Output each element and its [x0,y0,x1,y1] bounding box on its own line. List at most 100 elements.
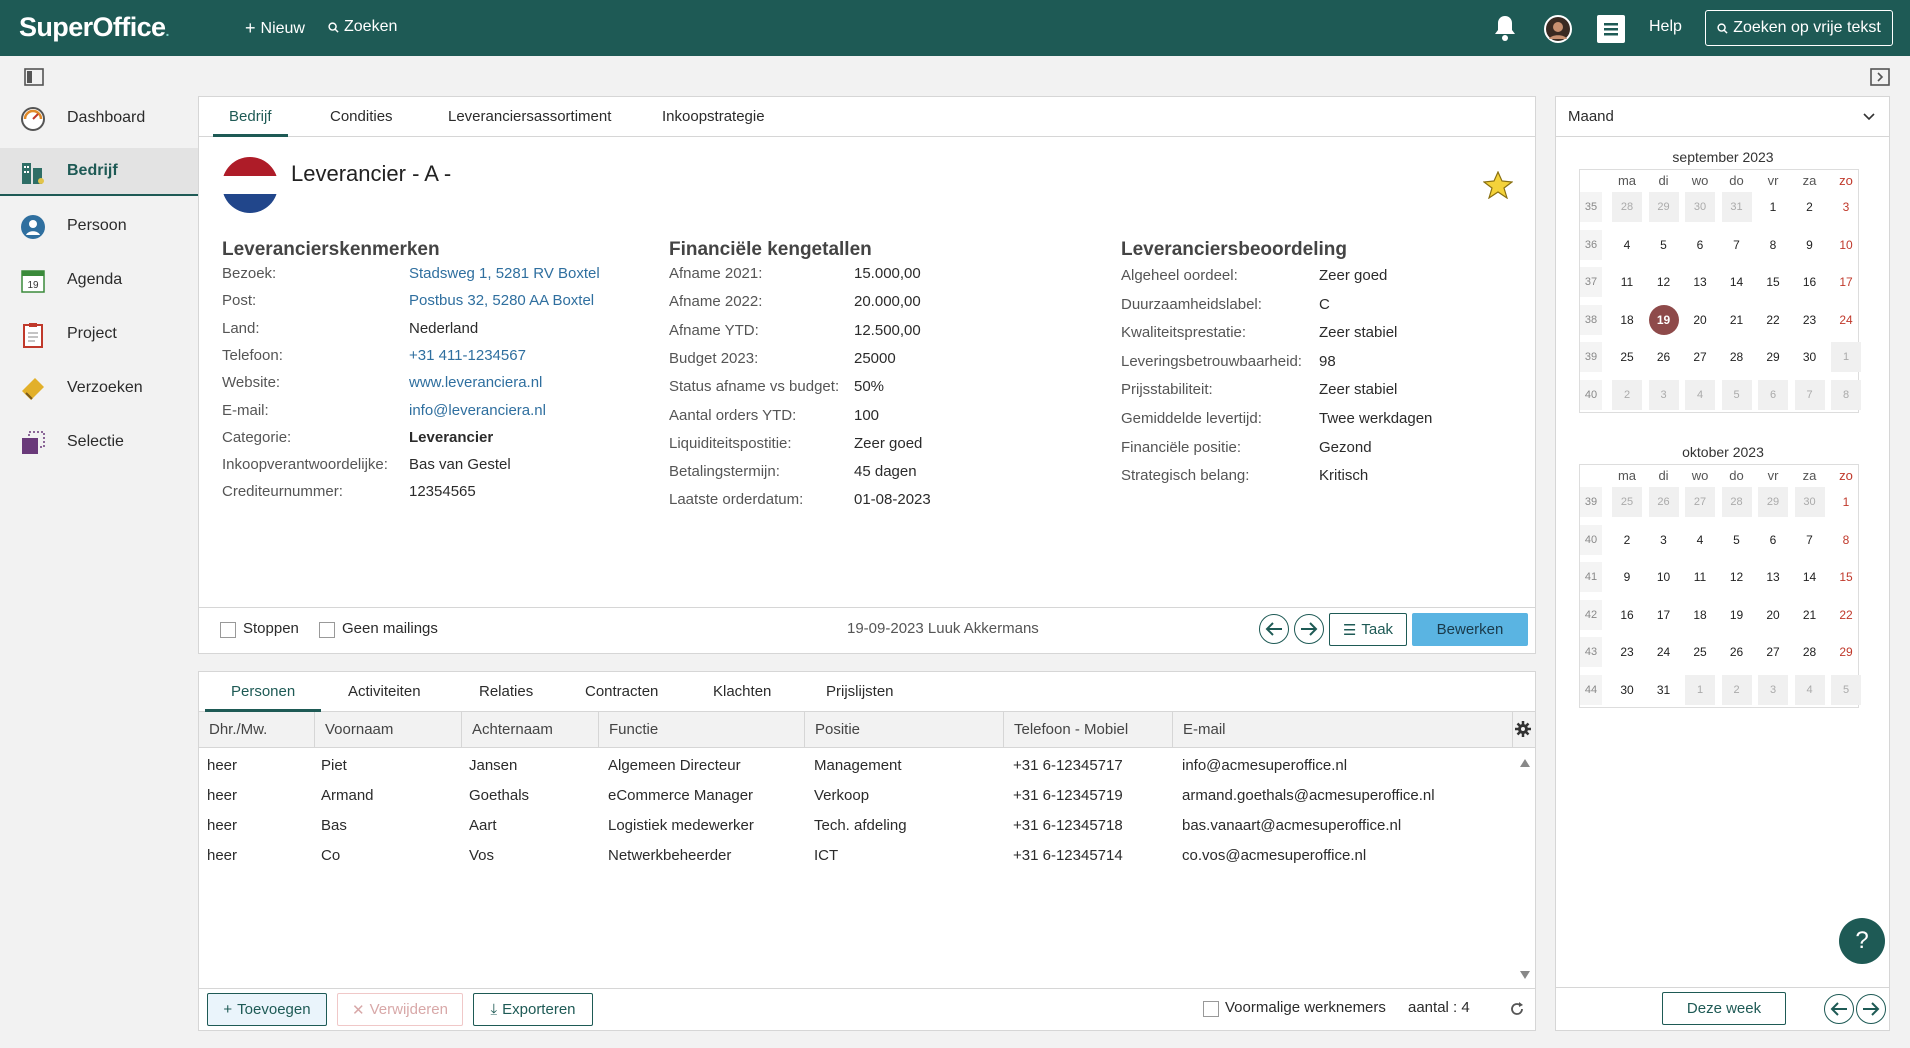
favorite-star-icon[interactable] [1483,171,1513,199]
week-number[interactable]: 39 [1580,342,1602,372]
calendar-day[interactable]: 26 [1722,637,1752,667]
calendar-day[interactable]: 24 [1831,305,1861,335]
export-button[interactable]: ⤓ Exporteren [473,993,593,1026]
week-number[interactable]: 40 [1580,379,1602,410]
calendar-day-today[interactable]: 19 [1648,304,1679,335]
calendar-day[interactable]: 23 [1612,637,1642,667]
calendar-day[interactable]: 21 [1722,305,1752,335]
calendar-day[interactable]: 28 [1722,342,1752,372]
calendar-day[interactable]: 22 [1758,305,1788,335]
tab-inkoopstrategie[interactable]: Inkoopstrategie [662,97,765,137]
table-row[interactable]: heer Armand Goethals eCommerce Manager Verko… [199,782,1515,812]
calendar-day[interactable]: 18 [1612,305,1642,335]
kenmerken-value[interactable]: info@leveranciera.nl [409,402,546,419]
calendar-day[interactable]: 15 [1831,562,1861,592]
calendar-day[interactable]: 18 [1685,600,1715,630]
bell-icon[interactable] [1493,14,1517,42]
calendar-day[interactable]: 8 [1831,525,1861,555]
kenmerken-value[interactable]: Stadsweg 1, 5281 RV Boxtel [409,265,600,282]
calendar-day[interactable]: 29 [1758,342,1788,372]
kenmerken-value[interactable]: Postbus 32, 5280 AA Boxtel [409,292,594,309]
calendar-day[interactable]: 31 [1721,192,1752,222]
calendar-day[interactable]: 6 [1758,525,1788,555]
calendar-day[interactable]: 10 [1831,230,1861,260]
calendar-day[interactable]: 22 [1831,600,1861,630]
calendar-day[interactable]: 14 [1795,562,1825,592]
calendar-day[interactable]: 7 [1795,525,1825,555]
task-button[interactable]: ☰ Taak [1329,613,1407,646]
previous-button[interactable] [1259,614,1289,644]
notes-button[interactable] [1597,15,1625,43]
stop-checkbox[interactable] [220,622,236,638]
calendar-day[interactable]: 8 [1758,230,1788,260]
column-header-email[interactable]: E-mail [1173,712,1513,748]
calendar-day[interactable]: 9 [1612,562,1642,592]
calendar-day[interactable]: 15 [1758,267,1788,297]
calendar-day[interactable]: 1 [1685,674,1715,705]
calendar-day[interactable]: 1 [1831,487,1861,517]
week-number[interactable]: 44 [1580,674,1602,705]
calendar-day[interactable]: 29 [1831,637,1861,667]
week-number[interactable]: 37 [1580,267,1602,297]
tab-relaties[interactable]: Relaties [479,672,533,712]
delete-button[interactable]: ✕ Verwijderen [337,993,463,1026]
tab-prijslijsten[interactable]: Prijslijsten [826,672,894,712]
calendar-day[interactable]: 29 [1648,192,1679,222]
kenmerken-value[interactable]: www.leveranciera.nl [409,374,542,391]
week-number[interactable]: 35 [1580,192,1602,222]
table-row[interactable]: heer Co Vos Netwerkbeheerder ICT +31 6-123457… [199,842,1515,872]
sidebar-item-selectie[interactable]: Selectie [0,418,198,466]
tab-contracten[interactable]: Contracten [585,672,658,712]
scroll-up-icon[interactable] [1519,758,1531,768]
calendar-day[interactable]: 13 [1685,267,1715,297]
calendar-day[interactable]: 28 [1795,637,1825,667]
calendar-day[interactable]: 7 [1722,230,1752,260]
column-header-position[interactable]: Positie [805,712,1004,748]
week-number[interactable]: 41 [1580,562,1602,592]
calendar-day[interactable]: 6 [1685,230,1715,260]
calendar-day[interactable]: 27 [1685,487,1715,517]
calendar-day[interactable]: 16 [1612,600,1642,630]
calendar-day[interactable]: 2 [1612,379,1642,410]
calendar-day[interactable]: 3 [1649,525,1679,555]
calendar-day[interactable]: 25 [1612,487,1642,517]
calendar-day[interactable]: 30 [1612,675,1642,705]
gear-icon[interactable] [1515,721,1531,737]
calendar-day[interactable]: 17 [1831,267,1861,297]
kenmerken-value[interactable]: +31 411-1234567 [409,347,526,364]
calendar-day[interactable]: 24 [1649,637,1679,667]
calendar-day[interactable]: 29 [1758,487,1788,517]
week-number[interactable]: 39 [1580,487,1602,517]
calendar-day[interactable]: 16 [1795,267,1825,297]
calendar-day[interactable]: 12 [1649,267,1679,297]
add-button[interactable]: + Toevoegen [207,993,327,1026]
help-fab-button[interactable]: ? [1839,918,1885,964]
calendar-day[interactable]: 4 [1794,674,1825,705]
calendar-day[interactable]: 9 [1795,230,1825,260]
sidebar-item-persoon[interactable]: Persoon [0,202,198,250]
help-link[interactable]: Help [1649,18,1682,36]
calendar-day[interactable]: 12 [1722,562,1752,592]
week-number[interactable]: 36 [1580,229,1602,260]
week-number[interactable]: 43 [1580,637,1602,667]
week-number[interactable]: 40 [1580,524,1602,555]
edit-button[interactable]: Bewerken [1412,613,1528,646]
column-header-lastname[interactable]: Achternaam [462,712,599,748]
calendar-day[interactable]: 8 [1831,379,1861,410]
calendar-day[interactable]: 23 [1795,305,1825,335]
calendar-view-select[interactable]: Maand [1556,97,1889,137]
calendar-day[interactable]: 4 [1612,230,1642,260]
calendar-day[interactable]: 21 [1795,600,1825,630]
user-avatar[interactable] [1544,15,1572,43]
column-header-firstname[interactable]: Voornaam [315,712,462,748]
sidebar-item-bedrijf[interactable]: Bedrijf [0,148,198,196]
calendar-day[interactable]: 1 [1831,342,1861,372]
tab-personen[interactable]: Personen [205,672,322,712]
calendar-day[interactable]: 30 [1794,487,1825,517]
calendar-day[interactable]: 17 [1649,600,1679,630]
tab-bedrijf[interactable]: Bedrijf [213,97,288,137]
next-button[interactable] [1294,614,1324,644]
calendar-day[interactable]: 2 [1612,525,1642,555]
calendar-day[interactable]: 7 [1794,379,1825,410]
this-week-button[interactable]: Deze week [1662,992,1786,1025]
